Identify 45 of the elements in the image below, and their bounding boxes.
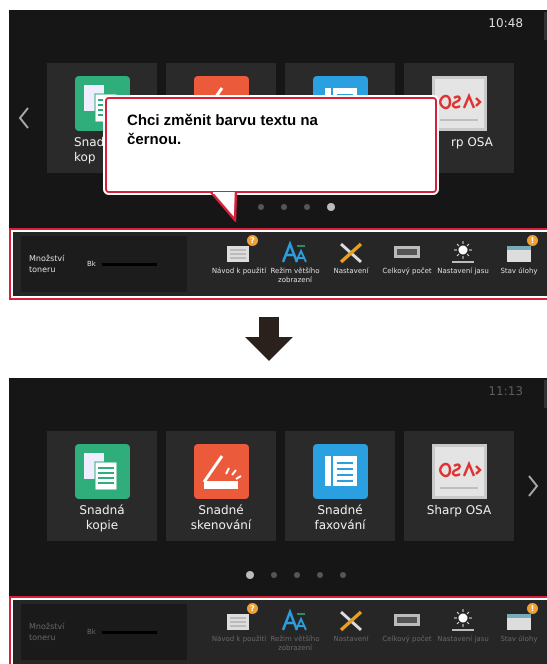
page-dot[interactable] xyxy=(294,572,300,578)
badge: ! xyxy=(527,235,538,246)
app-tile[interactable]: Snadná kopie xyxy=(47,431,157,541)
chevron-left-icon[interactable] xyxy=(18,107,30,129)
settings-icon xyxy=(337,240,365,264)
app-tile[interactable]: Snadné faxování xyxy=(285,431,395,541)
page-dot[interactable] xyxy=(258,204,264,210)
copy-app-icon xyxy=(74,444,130,499)
clock: 10:48 xyxy=(488,15,523,32)
tile-label: Snad xyxy=(74,135,104,150)
osa-app-icon xyxy=(432,76,486,131)
tile-label: Snadné xyxy=(317,503,363,518)
app-tile[interactable]: Snadné skenování xyxy=(166,431,276,541)
scan-app-icon xyxy=(194,444,248,499)
page-dot[interactable] xyxy=(280,204,286,210)
textsize-icon xyxy=(281,240,309,264)
page-dot[interactable] xyxy=(340,572,346,578)
page-dot[interactable] xyxy=(326,203,334,211)
tile-label: Snadné xyxy=(198,503,244,518)
tile-label: Snadná xyxy=(79,503,125,518)
tile-label: faxování xyxy=(314,518,366,533)
brightness-icon xyxy=(449,608,477,632)
osa-app-icon xyxy=(432,444,486,499)
tile-label: rp OSA xyxy=(451,135,493,150)
badge: ? xyxy=(247,603,258,614)
toner-label: Množství toneru xyxy=(29,621,66,643)
page-dot[interactable] xyxy=(246,571,254,579)
page-dot[interactable] xyxy=(271,572,277,578)
down-arrow-icon xyxy=(244,317,292,361)
chevron-right-icon[interactable] xyxy=(527,475,539,497)
badge: ? xyxy=(247,235,258,246)
tile-label: skenování xyxy=(190,518,252,533)
tile-label: Sharp OSA xyxy=(426,503,492,518)
brightness-icon xyxy=(449,240,477,264)
textsize-icon xyxy=(281,608,309,632)
page-dot[interactable] xyxy=(317,572,323,578)
tile-label: kop xyxy=(74,150,96,165)
clock: 11:13 xyxy=(488,383,523,400)
badge: ! xyxy=(527,603,538,614)
fax-app-icon xyxy=(312,444,368,499)
toner-label: Množství toneru xyxy=(29,253,66,275)
settings-icon xyxy=(337,608,365,632)
page-dot[interactable] xyxy=(304,204,310,210)
app-tile[interactable]: Sharp OSA xyxy=(404,431,514,541)
tile-label: kopie xyxy=(86,518,118,533)
